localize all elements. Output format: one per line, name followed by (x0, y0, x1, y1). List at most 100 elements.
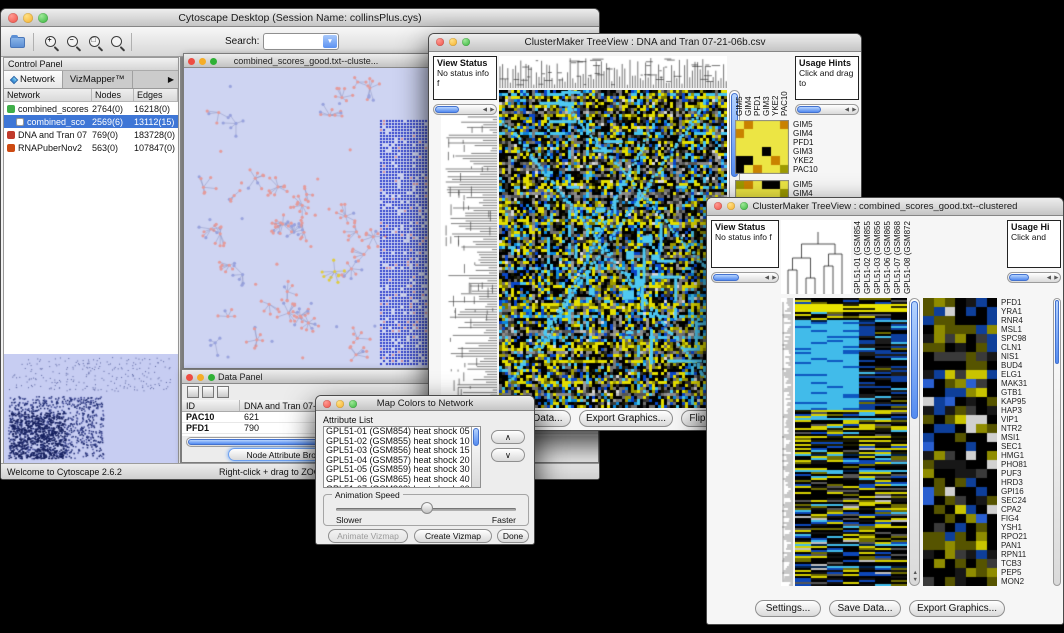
network-canvas[interactable] (184, 68, 428, 368)
close-icon[interactable] (323, 400, 331, 408)
tab-vizmapper[interactable]: VizMapper™ (63, 71, 133, 88)
select-attributes-icon[interactable] (187, 386, 199, 398)
maximize-icon[interactable] (349, 400, 357, 408)
view-status-text: No status info f (437, 68, 493, 88)
minimize-icon[interactable] (197, 374, 204, 381)
export-graphics-button[interactable]: Export Graphics... (909, 600, 1005, 617)
create-attribute-icon[interactable] (202, 386, 214, 398)
attribute-list-item[interactable]: GPL51-04 (GSM857) heat shock 20 min (324, 456, 471, 466)
animation-speed-group: Animation Speed Slower Faster (323, 494, 529, 526)
close-icon[interactable] (714, 202, 722, 210)
combined-title-bar[interactable]: ClusterMaker TreeView : combined_scores_… (707, 198, 1063, 216)
minimize-icon[interactable] (199, 58, 206, 65)
scroll-down-arrow[interactable]: ▼ (913, 578, 918, 584)
settings-button[interactable]: Settings... (755, 600, 821, 617)
network-list-row[interactable]: combined_scores2764(0)16218(0) (4, 102, 178, 115)
scroll-right-arrow[interactable]: ▶ (1054, 276, 1058, 282)
scroll-left-arrow[interactable]: ◀ (845, 108, 849, 114)
scrollbar-thumb[interactable] (435, 106, 459, 113)
v-scrollbar[interactable]: ▲▼ (909, 298, 920, 586)
scrollbar-thumb[interactable] (713, 274, 739, 281)
delete-attribute-icon[interactable] (217, 386, 229, 398)
network-list-row[interactable]: DNA and Tran 07769(0)183728(0) (4, 128, 178, 141)
close-icon[interactable] (436, 38, 444, 46)
minimize-icon[interactable] (449, 38, 457, 46)
scrollbar-thumb[interactable] (1009, 274, 1029, 281)
search-input[interactable]: ▼ (263, 33, 339, 50)
open-file-icon[interactable] (7, 32, 27, 52)
main-title-bar[interactable]: Cytoscape Desktop (Session Name: collins… (1, 9, 599, 27)
col-id[interactable]: ID (182, 400, 240, 411)
slider-thumb[interactable] (421, 502, 433, 514)
row-dendrogram[interactable] (441, 116, 497, 408)
scrollbar-thumb[interactable] (473, 428, 479, 446)
zoom-matrix-canvas[interactable] (735, 120, 789, 174)
scrollbar-thumb[interactable] (1055, 300, 1059, 364)
dialog-title-bar[interactable]: Map Colors to Network (316, 396, 534, 411)
close-icon[interactable] (188, 58, 195, 65)
map-colors-dialog: Map Colors to Network Attribute List GPL… (315, 395, 535, 545)
zoom-fit-icon[interactable]: □ (85, 32, 105, 52)
attribute-list-item[interactable]: GPL51-03 (GSM856) heat shock 15 min (324, 446, 471, 456)
column-dendrogram[interactable] (781, 220, 851, 294)
maximize-icon[interactable] (208, 374, 215, 381)
v-scrollbar[interactable] (471, 427, 480, 487)
h-scrollbar[interactable]: ◀▶ (795, 104, 859, 115)
network-list-row[interactable]: RNAPuberNov2563(0)107847(0) (4, 141, 178, 154)
export-graphics-button[interactable]: Export Graphics... (579, 410, 673, 427)
minimize-icon[interactable] (336, 400, 344, 408)
heatmap-canvas[interactable] (499, 90, 727, 408)
h-scrollbar[interactable]: ◀▶ (1007, 272, 1061, 283)
save-data-button[interactable]: Save Data... (829, 600, 901, 617)
chevron-down-icon[interactable]: ▼ (323, 35, 337, 48)
column-dendrogram[interactable] (499, 56, 727, 88)
maximize-icon[interactable] (210, 58, 217, 65)
col-nodes[interactable]: Nodes (92, 89, 134, 101)
zoom-selected-icon[interactable] (107, 32, 127, 52)
network-list-row[interactable]: combined_sco2569(6)13112(15) (4, 115, 178, 128)
close-icon[interactable] (186, 374, 193, 381)
attribute-list-item[interactable]: GPL51-02 (GSM855) heat shock 10 min (324, 437, 471, 447)
col-network[interactable]: Network (4, 89, 92, 101)
scroll-left-arrow[interactable]: ◀ (765, 276, 769, 282)
gene-label: PUF3 (1001, 469, 1051, 478)
scrollbar-thumb[interactable] (911, 301, 918, 419)
scrollbar-thumb[interactable] (797, 106, 821, 113)
done-button[interactable]: Done (497, 529, 529, 543)
maximize-icon[interactable] (462, 38, 470, 46)
scroll-left-arrow[interactable]: ◀ (483, 108, 487, 114)
zoom-in-icon[interactable]: + (41, 32, 61, 52)
attribute-list-item[interactable]: GPL51-05 (GSM859) heat shock 30 min (324, 465, 471, 475)
attribute-list[interactable]: GPL51-01 (GSM854) heat shock 05 minGPL51… (323, 426, 481, 488)
attribute-list-item[interactable]: GPL51-07 (GSM868) heat shock 60 min (324, 485, 471, 488)
h-scrollbar[interactable]: ◀▶ (433, 104, 497, 115)
attribute-list-item[interactable]: GPL51-01 (GSM854) heat shock 05 min (324, 427, 471, 437)
maximize-icon[interactable] (740, 202, 748, 210)
zoom-heatmap-canvas[interactable] (923, 298, 997, 586)
col-edges[interactable]: Edges (134, 89, 178, 101)
scroll-up-arrow[interactable]: ▲ (913, 571, 918, 577)
dna-title-bar[interactable]: ClusterMaker TreeView : DNA and Tran 07-… (429, 34, 861, 52)
global-heatmap-canvas[interactable] (795, 298, 907, 586)
maximize-icon[interactable] (38, 13, 48, 23)
scroll-right-arrow[interactable]: ▶ (772, 276, 776, 282)
zoom-out-icon[interactable]: − (63, 32, 83, 52)
attribute-list-item[interactable]: GPL51-06 (GSM865) heat shock 40 min (324, 475, 471, 485)
scroll-right-arrow[interactable]: ▶ (852, 108, 856, 114)
minimize-icon[interactable] (727, 202, 735, 210)
h-scrollbar[interactable]: ◀▶ (711, 272, 779, 283)
close-icon[interactable] (8, 13, 18, 23)
create-vizmap-button[interactable]: Create Vizmap (414, 529, 492, 543)
tab-overflow-arrow[interactable]: ▶ (164, 71, 178, 88)
move-up-button[interactable]: ∧ (491, 430, 525, 444)
scroll-right-arrow[interactable]: ▶ (490, 108, 494, 114)
animate-vizmap-button[interactable]: Animate Vizmap (328, 529, 408, 543)
row-dendrogram[interactable] (781, 298, 793, 586)
scroll-left-arrow[interactable]: ◀ (1047, 276, 1051, 282)
network-overview-thumbnail[interactable] (4, 354, 178, 464)
tab-network[interactable]: Network (4, 71, 63, 88)
network-frame-title-bar[interactable]: combined_scores_good.txt--cluste... (184, 54, 428, 68)
minimize-icon[interactable] (23, 13, 33, 23)
move-down-button[interactable]: ∨ (491, 448, 525, 462)
v-scrollbar[interactable] (1053, 298, 1061, 586)
